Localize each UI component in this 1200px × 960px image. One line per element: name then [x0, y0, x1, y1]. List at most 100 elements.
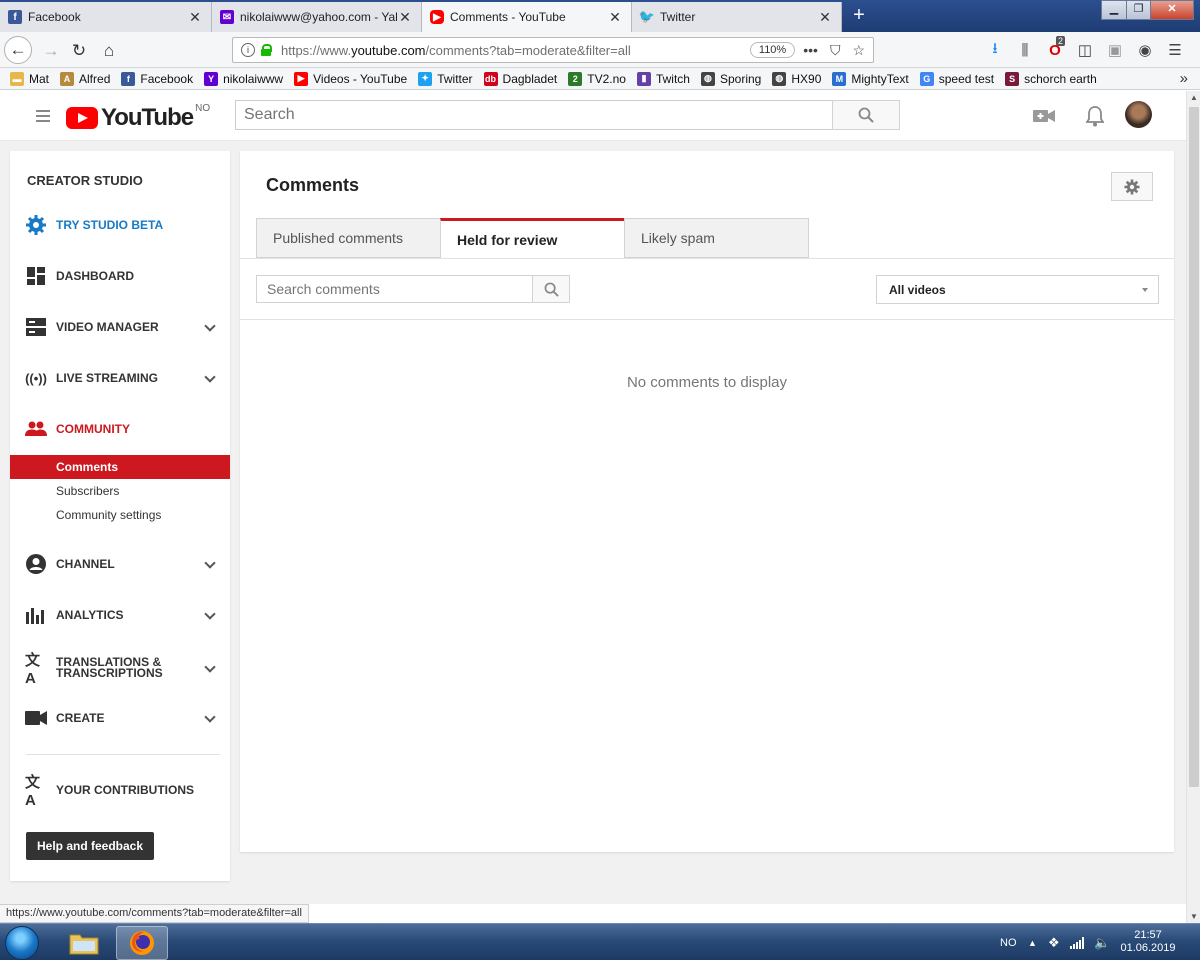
hamburger-menu-icon[interactable]: [36, 110, 50, 122]
volume-icon[interactable]: 🔈: [1094, 924, 1110, 960]
bookmark-item[interactable]: ▬ Mat: [10, 71, 49, 86]
bookmark-item[interactable]: ◍ HX90: [772, 71, 821, 86]
youtube-logo[interactable]: YouTube NO: [66, 103, 210, 132]
chevron-down-icon[interactable]: [204, 608, 216, 620]
bookmark-item[interactable]: Ynikolaiwww: [204, 71, 283, 86]
sidebar-subitem-community-settings[interactable]: Community settings: [10, 503, 230, 527]
twitch-icon: ▮: [636, 71, 651, 86]
notifications-bell-icon[interactable]: [1083, 104, 1107, 128]
sidebar-subitem-comments[interactable]: Comments: [10, 455, 230, 479]
youtube-play-icon: [66, 107, 98, 129]
search-button[interactable]: [832, 100, 900, 130]
tab-comments-youtube[interactable]: ▶ Comments - YouTube ✕: [422, 2, 632, 32]
arrow-left-icon: ←: [9, 40, 27, 59]
chevron-down-icon[interactable]: [204, 661, 216, 673]
bookmark-item[interactable]: 2 TV2.no: [568, 71, 626, 86]
tab-yahoo-mail[interactable]: ✉ nikolaiwww@yahoo.com - Yah ✕: [212, 2, 422, 32]
dropbox-icon[interactable]: ❖: [1048, 924, 1060, 960]
bookmark-item[interactable]: ◍ Sporing: [700, 71, 761, 86]
sidebar-item-translations[interactable]: 文A TRANSLATIONS & TRANSCRIPTIONS: [10, 652, 230, 687]
library-icon[interactable]: ⫼: [1016, 41, 1034, 59]
close-icon[interactable]: ✕: [187, 9, 203, 26]
bookmark-item[interactable]: Sschorch earth: [1005, 71, 1097, 86]
opera-extension-icon[interactable]: O 2: [1046, 36, 1066, 59]
reload-button[interactable]: ↻: [66, 38, 92, 64]
back-button[interactable]: ←: [4, 36, 32, 64]
menu-icon[interactable]: ☰: [1166, 41, 1184, 59]
chevron-down-icon[interactable]: [204, 711, 216, 723]
pocket-icon[interactable]: ⛉: [830, 42, 841, 59]
tab-published-comments[interactable]: Published comments: [256, 218, 441, 258]
sidebar-toggle-icon[interactable]: ◫: [1076, 41, 1094, 59]
close-icon[interactable]: ✕: [607, 9, 623, 26]
sidebar-item-live-streaming[interactable]: ((•)) LIVE STREAMING: [10, 365, 230, 391]
upload-video-icon[interactable]: [1032, 104, 1056, 128]
sidebar-item-try-studio-beta[interactable]: TRY STUDIO BETA: [10, 212, 230, 238]
home-button[interactable]: ⌂: [96, 38, 122, 64]
taskbar-firefox[interactable]: [116, 926, 168, 960]
close-icon[interactable]: ✕: [397, 9, 413, 26]
bookmark-item[interactable]: ▶ Videos - YouTube: [294, 71, 407, 86]
bookmarks-overflow-icon[interactable]: »: [1180, 70, 1188, 87]
sidebar-subitem-subscribers[interactable]: Subscribers: [10, 479, 230, 503]
show-hidden-icons-icon[interactable]: ▲: [1028, 924, 1037, 960]
zoom-indicator[interactable]: 110%: [749, 42, 796, 58]
network-icon[interactable]: [1070, 924, 1084, 960]
forward-button[interactable]: →: [38, 38, 64, 64]
address-bar[interactable]: i https://www.youtube.com/comments?tab=m…: [232, 37, 874, 63]
search-input[interactable]: [235, 100, 833, 130]
url-prefix: https://www.: [281, 42, 352, 58]
bookmark-item[interactable]: ▮ Twitch: [636, 71, 690, 86]
settings-button[interactable]: [1111, 172, 1153, 201]
sidebar-item-channel[interactable]: CHANNEL: [10, 551, 230, 577]
tab-facebook[interactable]: f Facebook ✕: [0, 2, 212, 32]
bookmark-item[interactable]: ✦ Twitter: [418, 71, 473, 86]
tab-held-for-review[interactable]: Held for review: [440, 218, 625, 259]
scrollbar-thumb[interactable]: [1189, 107, 1199, 787]
info-icon[interactable]: i: [241, 43, 255, 57]
scroll-down-icon[interactable]: ▼: [1187, 910, 1200, 924]
avatar[interactable]: [1125, 101, 1152, 128]
chevron-down-icon[interactable]: [204, 557, 216, 569]
download-icon[interactable]: ⭳: [986, 40, 1004, 59]
system-clock[interactable]: 21:57 01.06.2019: [1118, 929, 1178, 955]
page-scrollbar[interactable]: ▲ ▼: [1186, 91, 1200, 924]
taskbar-explorer[interactable]: [58, 926, 110, 960]
bookmark-item[interactable]: M MightyText: [832, 71, 909, 86]
tab-twitter[interactable]: 🐦 Twitter ✕: [632, 2, 842, 32]
tab-likely-spam[interactable]: Likely spam: [624, 218, 809, 258]
restore-button[interactable]: ❐: [1126, 0, 1151, 20]
empty-state-message: No comments to display: [626, 374, 788, 391]
search-comments-button[interactable]: [532, 275, 570, 303]
sidebar-item-video-manager[interactable]: VIDEO MANAGER: [10, 314, 230, 340]
bookmark-label: Alfred: [79, 71, 111, 86]
extension-icon[interactable]: ▣: [1106, 41, 1124, 59]
minimize-button[interactable]: ▁: [1101, 0, 1127, 20]
bookmark-star-icon[interactable]: ☆: [852, 42, 865, 59]
bookmark-item[interactable]: f Facebook: [121, 71, 193, 86]
account-icon[interactable]: ◉: [1136, 41, 1154, 59]
bookmark-label: speed test: [938, 71, 995, 86]
bookmark-item[interactable]: Gspeed test: [919, 71, 995, 86]
sidebar-item-create[interactable]: CREATE: [10, 705, 230, 731]
sidebar-item-your-contributions[interactable]: 文A YOUR CONTRIBUTIONS: [10, 774, 230, 809]
video-filter-select[interactable]: All videos: [876, 275, 1159, 304]
url-text[interactable]: https://www.youtube.com/comments?tab=mod…: [281, 43, 750, 58]
sidebar-item-community[interactable]: COMMUNITY: [10, 416, 230, 442]
chevron-down-icon[interactable]: [204, 371, 216, 383]
arrow-right-icon: →: [42, 41, 60, 60]
help-and-feedback-button[interactable]: Help and feedback: [26, 832, 155, 860]
close-icon[interactable]: ✕: [817, 9, 833, 26]
bookmark-item[interactable]: db Dagbladet: [483, 71, 557, 86]
search-comments-input[interactable]: [256, 275, 533, 303]
bookmark-item[interactable]: A Alfred: [60, 71, 111, 86]
language-indicator[interactable]: NO: [1000, 924, 1017, 960]
start-button[interactable]: [5, 926, 39, 960]
close-window-button[interactable]: ✕: [1150, 0, 1194, 20]
sidebar-item-dashboard[interactable]: DASHBOARD: [10, 263, 230, 289]
chevron-down-icon[interactable]: [204, 320, 216, 332]
new-tab-button[interactable]: +: [846, 4, 872, 28]
page-actions-icon[interactable]: •••: [803, 42, 818, 59]
sidebar-item-analytics[interactable]: ANALYTICS: [10, 602, 230, 628]
scroll-up-icon[interactable]: ▲: [1187, 91, 1200, 105]
